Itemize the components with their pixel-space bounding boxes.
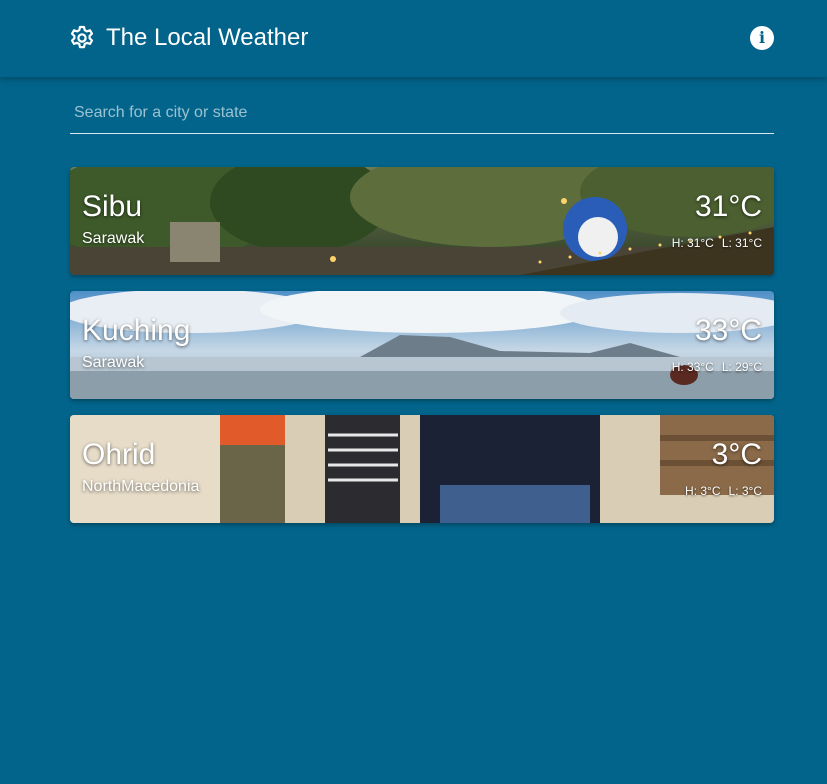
city-region: Sarawak: [82, 230, 145, 247]
app-title: The Local Weather: [106, 24, 309, 51]
high-low-temperature: H: 33°C L: 29°C: [672, 359, 762, 375]
city-card-ohrid[interactable]: Ohrid NorthMacedonia 3°C H: 3°C L: 3°C: [70, 415, 774, 523]
current-temperature: 33°C: [694, 314, 762, 347]
high-temperature: H: 3°C: [685, 484, 721, 498]
city-card-kuching[interactable]: Kuching Sarawak 33°C H: 33°C L: 29°C: [70, 291, 774, 399]
info-icon[interactable]: i: [750, 26, 774, 50]
high-temperature: H: 31°C: [671, 236, 714, 250]
city-name: Ohrid: [82, 438, 156, 471]
gear-icon[interactable]: [69, 25, 95, 51]
city-background-image: [70, 167, 774, 275]
city-name: Sibu: [82, 190, 143, 223]
current-temperature: 3°C: [711, 438, 762, 471]
city-card-sibu[interactable]: Sibu Sarawak 31°C H: 31°C L: 31°C: [70, 167, 774, 275]
city-background-image: [70, 415, 774, 523]
city-region: NorthMacedonia: [82, 478, 200, 495]
search-field[interactable]: [70, 96, 782, 134]
app-bar: The Local Weather i: [0, 0, 827, 77]
low-temperature: L: 3°C: [728, 484, 762, 498]
search-input[interactable]: [70, 96, 782, 130]
high-low-temperature: H: 31°C L: 31°C: [672, 235, 762, 251]
low-temperature: L: 29°C: [721, 360, 762, 374]
current-temperature: 31°C: [694, 190, 762, 223]
low-temperature: L: 31°C: [721, 236, 762, 250]
city-region: Sarawak: [82, 354, 145, 371]
high-low-temperature: H: 3°C L: 3°C: [685, 483, 762, 499]
city-name: Kuching: [82, 314, 191, 347]
high-temperature: H: 33°C: [671, 360, 714, 374]
